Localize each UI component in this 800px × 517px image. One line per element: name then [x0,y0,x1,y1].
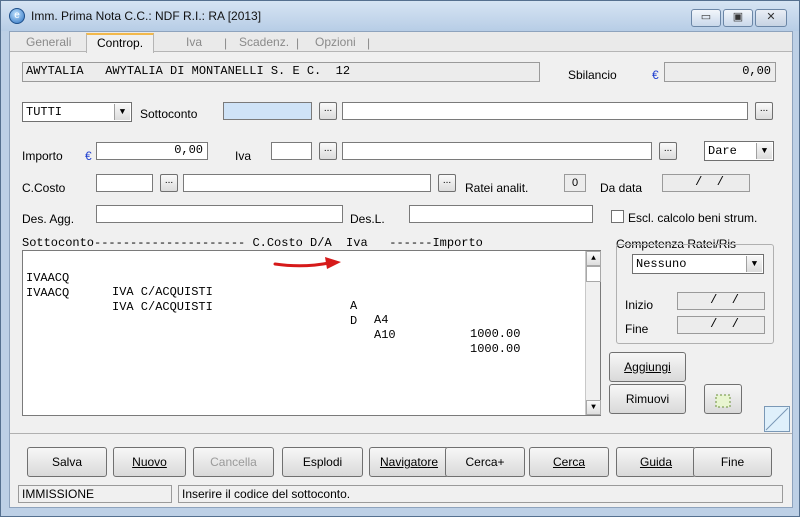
scroll-down-arrow[interactable]: ▼ [586,400,601,415]
row-importo: 1000.00 [470,342,521,356]
iva-desc-input[interactable] [342,142,652,160]
row-iva: A4 [374,313,389,327]
iva-label: Iva [235,149,252,163]
tab-iva[interactable]: Iva [186,34,202,52]
ccosto-code-input[interactable] [96,174,153,192]
sbilancio-value: 0,00 [664,62,776,82]
close-button[interactable]: ✕ [755,9,787,27]
scroll-thumb[interactable] [586,266,601,282]
ccosto-desc-input[interactable] [183,174,431,192]
row-iva: A10 [374,328,396,342]
da-data-label: Da data [600,181,643,195]
cerca-button[interactable]: Cerca [529,447,609,477]
minimize-button[interactable]: ▭ [691,9,721,27]
row-code: IVAACQ [26,286,70,300]
guida-button[interactable]: Guida [616,447,696,477]
dare-avere-combo[interactable]: Dare ▼ [704,141,774,161]
cerca-plus-button[interactable]: Cerca+ [445,447,525,477]
title-bar[interactable]: e Imm. Prima Nota C.C.: NDF R.I.: RA [20… [1,1,799,31]
rimuovi-button[interactable]: Rimuovi [609,384,686,414]
scroll-up-arrow[interactable]: ▲ [586,251,601,266]
attachment-button[interactable] [704,384,742,414]
ccosto-lookup-button[interactable]: ... [160,174,178,192]
iva-desc-lookup-button[interactable]: ... [659,142,677,160]
fine-value: / / [677,316,765,334]
sottoconto-code-input[interactable] [223,102,312,120]
client-area: Generali Controp. Iva | Scadenz. | Opzio… [9,31,793,508]
cancella-button[interactable]: Cancella [193,447,274,477]
dare-avere-value: Dare [708,144,737,158]
aggiungi-button[interactable]: Aggiungi [609,352,686,382]
list-header: Sottoconto--------------------- C.Costo … [22,236,483,250]
app-icon: e [9,8,25,24]
inizio-value: / / [677,292,765,310]
tab-generali[interactable]: Generali [26,34,71,52]
list-item[interactable]: IVAACQ IVA C/ACQUISTI D A10 1000.00 [26,272,586,356]
des-l-input[interactable] [409,205,593,223]
salva-button[interactable]: Salva [27,447,107,477]
red-arrow-annotation [273,257,341,269]
esplodi-button[interactable]: Esplodi [282,447,363,477]
chevron-down-icon[interactable]: ▼ [114,104,130,120]
row-da: D [350,314,358,328]
sbilancio-label: Sbilancio [568,68,617,82]
row-importo: 1000.00 [470,327,521,341]
tab-scadenz[interactable]: Scadenz. [239,34,289,52]
euro-symbol: € [652,68,659,82]
divider [10,433,792,434]
account-type-value: TUTTI [26,105,63,119]
ratei-analit-value: 0 [564,174,586,192]
dotted-box-icon [715,394,731,408]
row-desc: IVA C/ACQUISTI [112,300,213,314]
navigatore-button[interactable]: Navigatore [369,447,449,477]
importo-input[interactable]: 0,00 [96,142,208,160]
resize-corner-icon [764,406,790,432]
des-agg-input[interactable] [96,205,343,223]
tab-separator: | [296,36,300,50]
list-scrollbar[interactable]: ▲ ▼ [585,251,601,415]
tab-separator: | [224,36,228,50]
sottoconto-desc-input[interactable] [342,102,748,120]
des-agg-label: Des. Agg. [22,212,75,226]
importo-label: Importo [22,149,63,163]
nuovo-button[interactable]: Nuovo [113,447,186,477]
competenza-groupbox: Nessuno ▼ Inizio / / Fine / / [616,244,774,344]
euro-symbol: € [85,149,92,163]
tab-opzioni[interactable]: Opzioni [315,34,356,52]
inizio-label: Inizio [625,298,654,312]
des-l-label: Des.L. [350,212,385,226]
iva-lookup-button[interactable]: ... [319,142,337,160]
status-mode: IMMISSIONE [18,485,172,503]
iva-code-input[interactable] [271,142,312,160]
sottoconto-desc-lookup-button[interactable]: ... [755,102,773,120]
maximize-button[interactable]: ▣ [723,9,753,27]
chevron-down-icon[interactable]: ▼ [756,143,772,159]
fine-button[interactable]: Fine [693,447,772,477]
row-da: A [350,299,358,313]
ccosto-desc-lookup-button[interactable]: ... [438,174,456,192]
escl-label: Escl. calcolo beni strum. [628,211,758,225]
sottoconto-label: Sottoconto [140,107,198,121]
chevron-down-icon[interactable]: ▼ [746,256,762,272]
window-title: Imm. Prima Nota C.C.: NDF R.I.: RA [2013… [31,9,262,23]
tab-separator: | [367,36,371,50]
sottoconto-lookup-button[interactable]: ... [319,102,337,120]
ccosto-label: C.Costo [22,181,66,195]
da-data-value: / / [662,174,750,192]
fine-label: Fine [625,322,649,336]
accounts-list[interactable]: IVAACQ IVA C/ACQUISTI A A4 1000.00 IVAAC… [22,250,601,416]
competenza-value: Nessuno [636,257,687,271]
row-desc: IVA C/ACQUISTI [112,285,213,299]
status-message: Inserire il codice del sottoconto. [178,485,783,503]
company-field: AWYTALIA AWYTALIA DI MONTANELLI S. E C. … [22,62,540,82]
application-window: e Imm. Prima Nota C.C.: NDF R.I.: RA [20… [0,0,800,517]
account-type-combo[interactable]: TUTTI ▼ [22,102,132,122]
ratei-analit-label: Ratei analit. [465,181,529,195]
tab-strip: Generali Controp. Iva | Scadenz. | Opzio… [10,32,792,53]
competenza-combo[interactable]: Nessuno ▼ [632,254,764,274]
escl-checkbox[interactable] [611,210,624,223]
tab-controp[interactable]: Controp. [86,33,155,53]
